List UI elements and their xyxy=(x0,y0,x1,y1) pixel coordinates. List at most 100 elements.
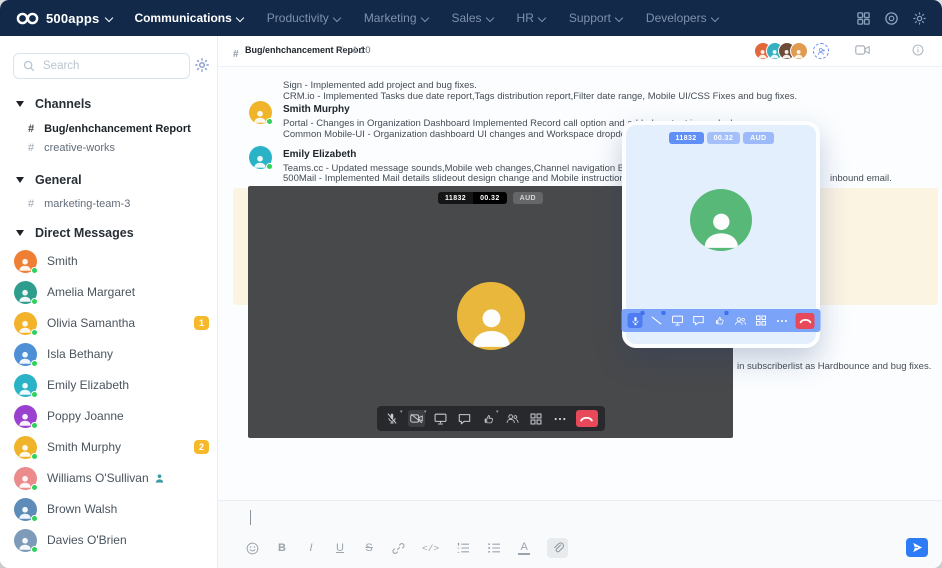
dm-item-poppy[interactable]: Poppy Joanne xyxy=(14,404,209,428)
ordered-list-button[interactable] xyxy=(456,542,470,554)
bold-button[interactable]: B xyxy=(276,542,288,554)
invite-member-button[interactable] xyxy=(813,43,829,59)
bullet-list-button[interactable] xyxy=(487,542,501,554)
search-input[interactable] xyxy=(43,60,163,72)
nav-item-marketing[interactable]: Marketing xyxy=(364,11,429,25)
nav-item-productivity[interactable]: Productivity xyxy=(267,11,341,25)
online-status-dot xyxy=(31,422,38,429)
call-mode-badge: AUD xyxy=(743,132,773,144)
nav-item-communications[interactable]: Communications xyxy=(134,11,243,25)
dm-item-davies[interactable]: Davies O'Brien xyxy=(14,528,209,552)
emoji-button[interactable] xyxy=(246,542,259,555)
more-options-button[interactable] xyxy=(552,410,569,427)
mic-on-button[interactable] xyxy=(628,313,643,328)
search-icon xyxy=(23,60,35,72)
message-composer[interactable]: B I U S </> A xyxy=(218,500,942,568)
grid-view-button[interactable] xyxy=(754,313,769,328)
hang-up-button[interactable] xyxy=(576,410,598,427)
channel-item-creative-works[interactable]: creative-works xyxy=(28,142,115,154)
nav-item-hr[interactable]: HR xyxy=(517,11,546,25)
dm-item-emily[interactable]: Emily Elizabeth xyxy=(14,373,209,397)
info-icon[interactable] xyxy=(912,44,924,56)
code-button[interactable]: </> xyxy=(422,543,439,554)
dm-item-amelia[interactable]: Amelia Margaret xyxy=(14,280,209,304)
online-status-dot xyxy=(31,267,38,274)
pip-call-window[interactable]: 11832 00.32 AUD xyxy=(622,121,820,348)
link-button[interactable] xyxy=(392,542,405,555)
avatar xyxy=(14,529,37,552)
member-count: 10 xyxy=(360,45,371,56)
dm-item-olivia[interactable]: Olivia Samantha 1 xyxy=(14,311,209,335)
avatar xyxy=(14,281,37,304)
camera-off-button[interactable] xyxy=(649,313,664,328)
dm-item-smith[interactable]: Smith xyxy=(14,249,209,273)
call-duration: 00.32 xyxy=(473,192,507,204)
channel-item-bug-report[interactable]: Bug/enhchancement Report xyxy=(28,123,191,135)
dm-name: Williams O'Sullivan xyxy=(47,471,149,485)
nav-item-sales[interactable]: Sales xyxy=(452,11,494,25)
chat-button[interactable] xyxy=(691,313,706,328)
chevron-down-icon xyxy=(106,13,113,20)
call-controls xyxy=(622,309,821,332)
avatar xyxy=(14,467,37,490)
camera-off-button[interactable] xyxy=(408,410,425,427)
participants-button[interactable] xyxy=(733,313,748,328)
video-call-icon[interactable] xyxy=(855,44,870,56)
help-icon[interactable] xyxy=(884,11,899,26)
message-author[interactable]: Emily Elizabeth xyxy=(283,149,356,160)
screen-share-button[interactable] xyxy=(670,313,685,328)
search-box[interactable] xyxy=(13,53,190,79)
dm-item-williams[interactable]: Williams O'Sullivan xyxy=(14,466,209,490)
dm-item-smith-murphy[interactable]: Smith Murphy 2 xyxy=(14,435,209,459)
participants-button[interactable] xyxy=(504,410,521,427)
underline-button[interactable]: U xyxy=(334,542,346,554)
message-avatar xyxy=(249,101,272,124)
dm-item-isla[interactable]: Isla Bethany xyxy=(14,342,209,366)
apps-grid-icon[interactable] xyxy=(856,11,871,26)
attach-file-button[interactable] xyxy=(547,538,568,558)
dm-item-brown[interactable]: Brown Walsh xyxy=(14,497,209,521)
avatar xyxy=(14,405,37,428)
channels-section-header[interactable]: Channels xyxy=(16,97,91,111)
online-status-dot xyxy=(31,298,38,305)
sidebar-gear-icon[interactable] xyxy=(194,57,210,73)
participant-avatar xyxy=(690,189,752,251)
send-button[interactable] xyxy=(906,538,928,557)
chevron-down-icon xyxy=(422,13,429,20)
channel-item-marketing-team[interactable]: marketing-team-3 xyxy=(28,198,130,210)
mic-off-button[interactable] xyxy=(384,410,401,427)
text-color-button[interactable]: A xyxy=(518,542,530,555)
chevron-down-icon xyxy=(334,13,341,20)
star-icon[interactable] xyxy=(338,43,348,56)
reaction-button[interactable] xyxy=(480,410,497,427)
italic-button[interactable]: I xyxy=(305,542,317,554)
nav-right-icons xyxy=(856,11,942,26)
member-avatar-stack[interactable] xyxy=(754,42,808,60)
collapse-triangle-icon xyxy=(16,101,24,107)
text-cursor xyxy=(250,510,251,525)
chevron-icon xyxy=(400,409,403,415)
reaction-button[interactable] xyxy=(712,313,727,328)
message-author[interactable]: Smith Murphy xyxy=(283,104,350,115)
dm-section-header[interactable]: Direct Messages xyxy=(16,226,134,240)
brand-menu[interactable]: 500apps xyxy=(0,0,126,36)
strikethrough-button[interactable]: S xyxy=(363,542,375,554)
screen-share-button[interactable] xyxy=(432,410,449,427)
chat-button[interactable] xyxy=(456,410,473,427)
dm-name: Emily Elizabeth xyxy=(47,378,129,392)
member-icon xyxy=(351,45,359,54)
avatar xyxy=(14,343,37,366)
hang-up-button[interactable] xyxy=(796,313,815,329)
gear-icon[interactable] xyxy=(912,11,927,26)
chevron-down-icon xyxy=(712,13,719,20)
online-status-dot xyxy=(31,484,38,491)
nav-item-developers[interactable]: Developers xyxy=(646,11,719,25)
channel-header: Bug/enhchancement Report 10 xyxy=(218,36,942,67)
channel-label: Bug/enhchancement Report xyxy=(44,123,191,135)
infinity-logo-icon xyxy=(16,12,39,25)
more-options-button[interactable] xyxy=(775,313,790,328)
nav-item-support[interactable]: Support xyxy=(569,11,623,25)
grid-view-button[interactable] xyxy=(528,410,545,427)
general-section-header[interactable]: General xyxy=(16,173,82,187)
settings-dot xyxy=(662,311,666,315)
